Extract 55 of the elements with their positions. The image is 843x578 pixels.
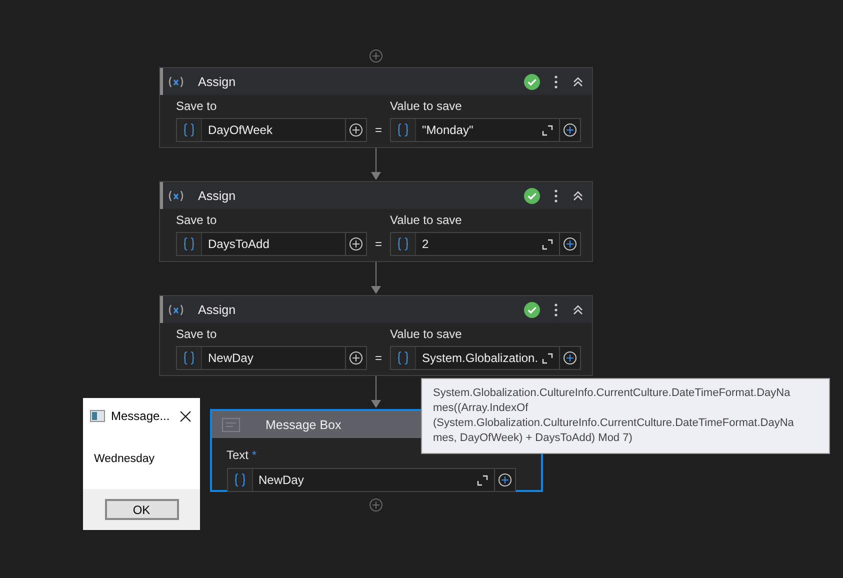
expand-icon[interactable]: [476, 474, 488, 486]
collapse-icon[interactable]: [572, 304, 584, 316]
value-field[interactable]: 2: [390, 232, 582, 256]
braces-icon: [391, 119, 416, 141]
variable-icon: [168, 76, 184, 88]
field-label: Save to: [176, 327, 218, 341]
collapse-icon[interactable]: [572, 76, 584, 88]
expand-icon[interactable]: [542, 238, 554, 250]
equals-sign: =: [375, 237, 382, 253]
add-activity-icon[interactable]: [369, 498, 383, 512]
ok-button[interactable]: OK: [104, 499, 178, 520]
assign-activity-card[interactable]: Assign Save to DayOfWeek = Value to save "Monday": [159, 67, 593, 148]
braces-icon: [228, 469, 252, 491]
save-to-field[interactable]: DaysToAdd: [176, 232, 367, 256]
expand-icon[interactable]: [542, 124, 554, 136]
close-icon[interactable]: [180, 410, 191, 422]
value-field[interactable]: "Monday": [390, 118, 582, 142]
message-icon: [222, 418, 240, 432]
connector-arrow: [370, 148, 382, 181]
assign-activity-card[interactable]: Assign Save to NewDay = Value to save System.Globalization.: [159, 295, 593, 376]
dialog-message: Wednesday: [93, 452, 156, 467]
text-field[interactable]: NewDay: [226, 468, 516, 492]
variable-icon: [168, 304, 184, 316]
expand-icon[interactable]: [542, 352, 554, 364]
field-label: Value to save: [390, 213, 463, 227]
save-to-field[interactable]: NewDay: [176, 346, 367, 370]
activity-title: Assign: [198, 188, 237, 202]
more-options-icon[interactable]: [554, 74, 558, 88]
braces-icon: [391, 233, 416, 255]
more-options-icon[interactable]: [554, 188, 558, 202]
field-label: Text *: [226, 448, 257, 462]
braces-icon: [391, 347, 416, 369]
save-to-field[interactable]: DayOfWeek: [176, 118, 367, 142]
value-field[interactable]: System.Globalization.: [390, 346, 582, 370]
equals-sign: =: [375, 123, 382, 139]
field-label: Save to: [176, 213, 218, 227]
dialog-title: Message...: [111, 409, 171, 423]
braces-icon: [177, 233, 202, 255]
variable-icon: [168, 190, 184, 202]
field-label: Value to save: [390, 327, 463, 341]
equals-sign: =: [375, 351, 382, 367]
assign-activity-card[interactable]: Assign Save to DaysToAdd = Value to save 2: [159, 181, 593, 262]
more-options-icon[interactable]: [554, 302, 558, 316]
activity-title: Assign: [198, 74, 237, 88]
add-activity-icon[interactable]: [369, 49, 383, 63]
window-icon: [90, 410, 105, 422]
braces-icon: [177, 119, 202, 141]
tooltip-text-line: System.Globalization.CultureInfo.CurrentCulture.DateTimeFormat.DayNa: [433, 386, 792, 401]
activity-title: Assign: [198, 302, 237, 316]
braces-icon: [177, 347, 202, 369]
connector-arrow: [370, 262, 382, 295]
field-label: Value to save: [390, 99, 463, 113]
collapse-icon[interactable]: [572, 190, 584, 202]
field-label: Save to: [176, 99, 218, 113]
connector-arrow: [370, 376, 382, 409]
